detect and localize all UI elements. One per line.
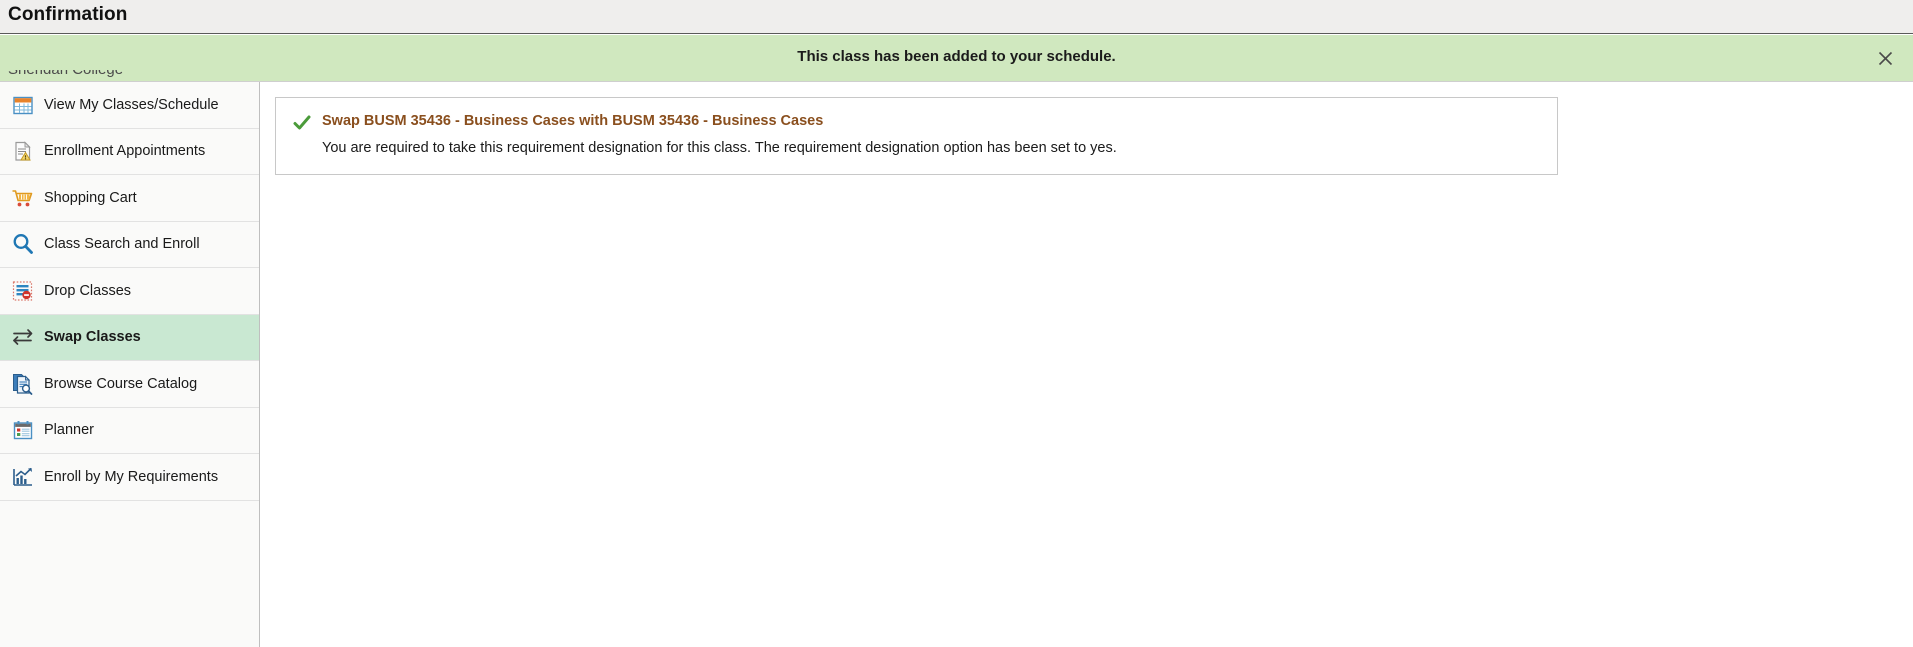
- shopping-cart-icon: [8, 183, 38, 213]
- sidebar-item-enrollment-appointments[interactable]: Enrollment Appointments: [0, 128, 259, 175]
- confirmation-banner-message: This class has been added to your schedu…: [797, 48, 1116, 65]
- sidebar-item-browse-course-catalog[interactable]: Browse Course Catalog: [0, 361, 259, 408]
- confirmation-page: Confirmation This class has been added t…: [0, 0, 1913, 647]
- main-content: Swap BUSM 35436 - Business Cases with BU…: [261, 82, 1913, 647]
- sidebar-item-drop-classes[interactable]: Drop Classes: [0, 268, 259, 315]
- search-icon: [8, 229, 38, 259]
- sidebar-item-swap-classes[interactable]: Swap Classes: [0, 314, 259, 361]
- close-icon[interactable]: [1873, 46, 1897, 70]
- swap-arrows-icon: [8, 322, 38, 352]
- document-warning-icon: [8, 136, 38, 166]
- calendar-icon: [8, 90, 38, 120]
- sidebar-item-label: Browse Course Catalog: [44, 375, 198, 392]
- sidebar-item-view-my-classes-schedule[interactable]: View My Classes/Schedule: [0, 82, 259, 129]
- drop-classes-icon: [8, 276, 38, 306]
- sidebar: View My Classes/Schedule Enrollment Appo…: [0, 82, 260, 647]
- sidebar-item-label: Swap Classes: [44, 329, 141, 346]
- sidebar-item-class-search-and-enroll[interactable]: Class Search and Enroll: [0, 221, 259, 268]
- breadcrumb: Sheridan College: [8, 70, 258, 82]
- sidebar-item-enroll-by-my-requirements[interactable]: Enroll by My Requirements: [0, 454, 259, 501]
- sidebar-item-label: View My Classes/Schedule: [44, 96, 219, 113]
- sidebar-item-label: Class Search and Enroll: [44, 236, 200, 253]
- page-title: Confirmation: [8, 4, 128, 25]
- sidebar-item-planner[interactable]: Planner: [0, 407, 259, 454]
- breadcrumb-label: Sheridan College: [8, 70, 258, 78]
- swap-result-description: You are required to take this requiremen…: [322, 140, 1117, 156]
- sidebar-item-label: Drop Classes: [44, 282, 132, 299]
- sidebar-item-label: Enrollment Appointments: [44, 143, 206, 160]
- green-check-icon: [292, 113, 312, 133]
- sidebar-item-label: Shopping Cart: [44, 189, 137, 206]
- swap-result-title: Swap BUSM 35436 - Business Cases with BU…: [322, 113, 824, 129]
- sidebar-item-label: Enroll by My Requirements: [44, 468, 219, 485]
- swap-result-card: Swap BUSM 35436 - Business Cases with BU…: [275, 97, 1558, 175]
- confirmation-banner: This class has been added to your schedu…: [0, 35, 1913, 82]
- chart-requirements-icon: [8, 462, 38, 492]
- swap-result-header: Swap BUSM 35436 - Business Cases with BU…: [292, 112, 1541, 133]
- page-header: Confirmation: [0, 0, 1913, 34]
- sidebar-item-shopping-cart[interactable]: Shopping Cart: [0, 175, 259, 222]
- sidebar-item-label: Planner: [44, 422, 94, 439]
- catalog-search-icon: [8, 369, 38, 399]
- planner-calendar-icon: [8, 415, 38, 445]
